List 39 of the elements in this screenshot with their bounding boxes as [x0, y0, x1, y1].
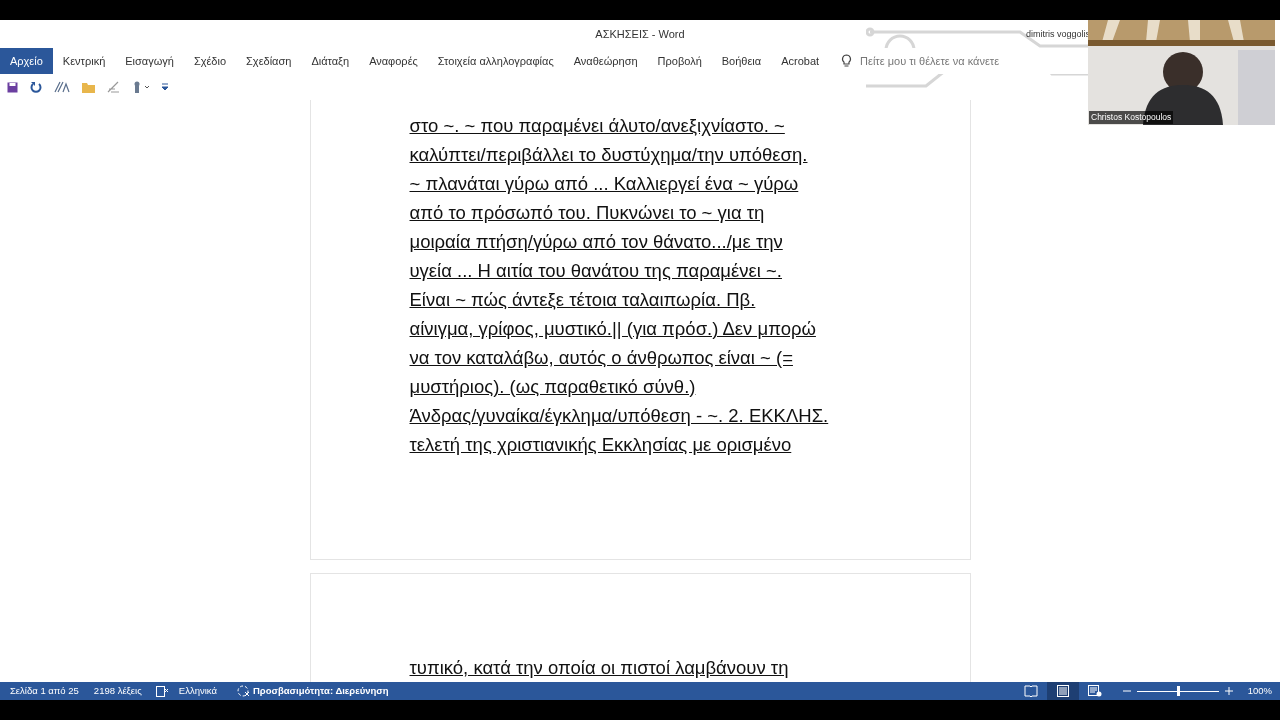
- undo-icon[interactable]: [30, 81, 42, 93]
- word-count[interactable]: 2198 λέξεις: [93, 683, 142, 699]
- lightbulb-icon: [841, 54, 853, 68]
- zoom-in-icon[interactable]: [1224, 687, 1233, 695]
- tell-me-field[interactable]: Πείτε μου τι θέλετε να κάνετε: [860, 52, 1041, 70]
- save-icon[interactable]: [7, 81, 18, 93]
- text-line: υγεία ... Η αιτία του θανάτου της παραμένει ~.: [409, 259, 782, 283]
- page-count[interactable]: Σελίδα 1 από 25: [10, 683, 79, 699]
- text-line: μυστήριος). (ως παραθετικό σύνθ.): [409, 375, 696, 399]
- participant-name: Christos Kostopoulos: [1089, 111, 1174, 124]
- text-line: Άνδρας/γυναίκα/έγκλημα/υπόθεση - ~. 2. ΕΚΚΛΗΣ.: [409, 404, 829, 428]
- text-line: Είναι ~ πώς άντεξε τέτοια ταλαιπωρία. Πβ.: [409, 288, 756, 312]
- book-icon: [1023, 685, 1038, 697]
- customize-icon[interactable]: [162, 83, 168, 91]
- page-layout-icon: [1056, 685, 1069, 697]
- text-style-icon[interactable]: [54, 81, 70, 93]
- text-line: τυπικό, κατά την οποία οι πιστοί λαμβάνουν τη: [409, 656, 789, 680]
- view-button[interactable]: [1046, 682, 1079, 700]
- proofing-icon[interactable]: [155, 685, 169, 697]
- pen-icon[interactable]: [107, 81, 120, 93]
- accessibility-status[interactable]: Προσβασιμότητα: Διερεύνηση: [252, 683, 389, 699]
- accessibility-icon[interactable]: [236, 685, 250, 697]
- text-line: από το πρόσωπό του. Πυκνώνει το ~ για τη: [409, 201, 765, 225]
- text-line: στο ~. ~ που παραμένει άλυτο/ανεξιχνίαστο. ~: [409, 114, 785, 138]
- web-layout-icon: [1087, 685, 1102, 697]
- window-title: ΑΣΚΗΣΕΙΣ - Word: [595, 26, 685, 42]
- text-line: ~ πλανάται γύρω από ... Καλλιεργεί ένα ~ γύρω: [409, 172, 799, 196]
- text-line: μοιραία πτήση/γύρω από τον θάνατο.../με την: [409, 230, 783, 254]
- language[interactable]: Ελληνικά: [178, 683, 217, 699]
- slider-thumb[interactable]: [1176, 686, 1180, 696]
- zoom-slider[interactable]: [1136, 686, 1219, 696]
- text-line: να τον καταλάβω, αυτός ο άνθρωπος είναι ~ (=: [409, 346, 793, 370]
- text-line: αίνιγμα, γρίφος, μυστικό.|| (για πρόσ.) Δεν μπορώ: [409, 317, 816, 341]
- zoom-out-icon[interactable]: [1122, 687, 1131, 695]
- touch-icon[interactable]: [132, 81, 150, 93]
- text-line: τελετή της χριστιανικής Εκκλησίας με ορισμένο: [409, 433, 792, 457]
- text-line: καλύπτει/περιβάλλει το δυστύχημα/την υπόθεση.: [409, 143, 808, 167]
- zoom-level[interactable]: 100%: [1247, 683, 1272, 699]
- ribbon-tab[interactable]: Αρχείο: [0, 48, 53, 74]
